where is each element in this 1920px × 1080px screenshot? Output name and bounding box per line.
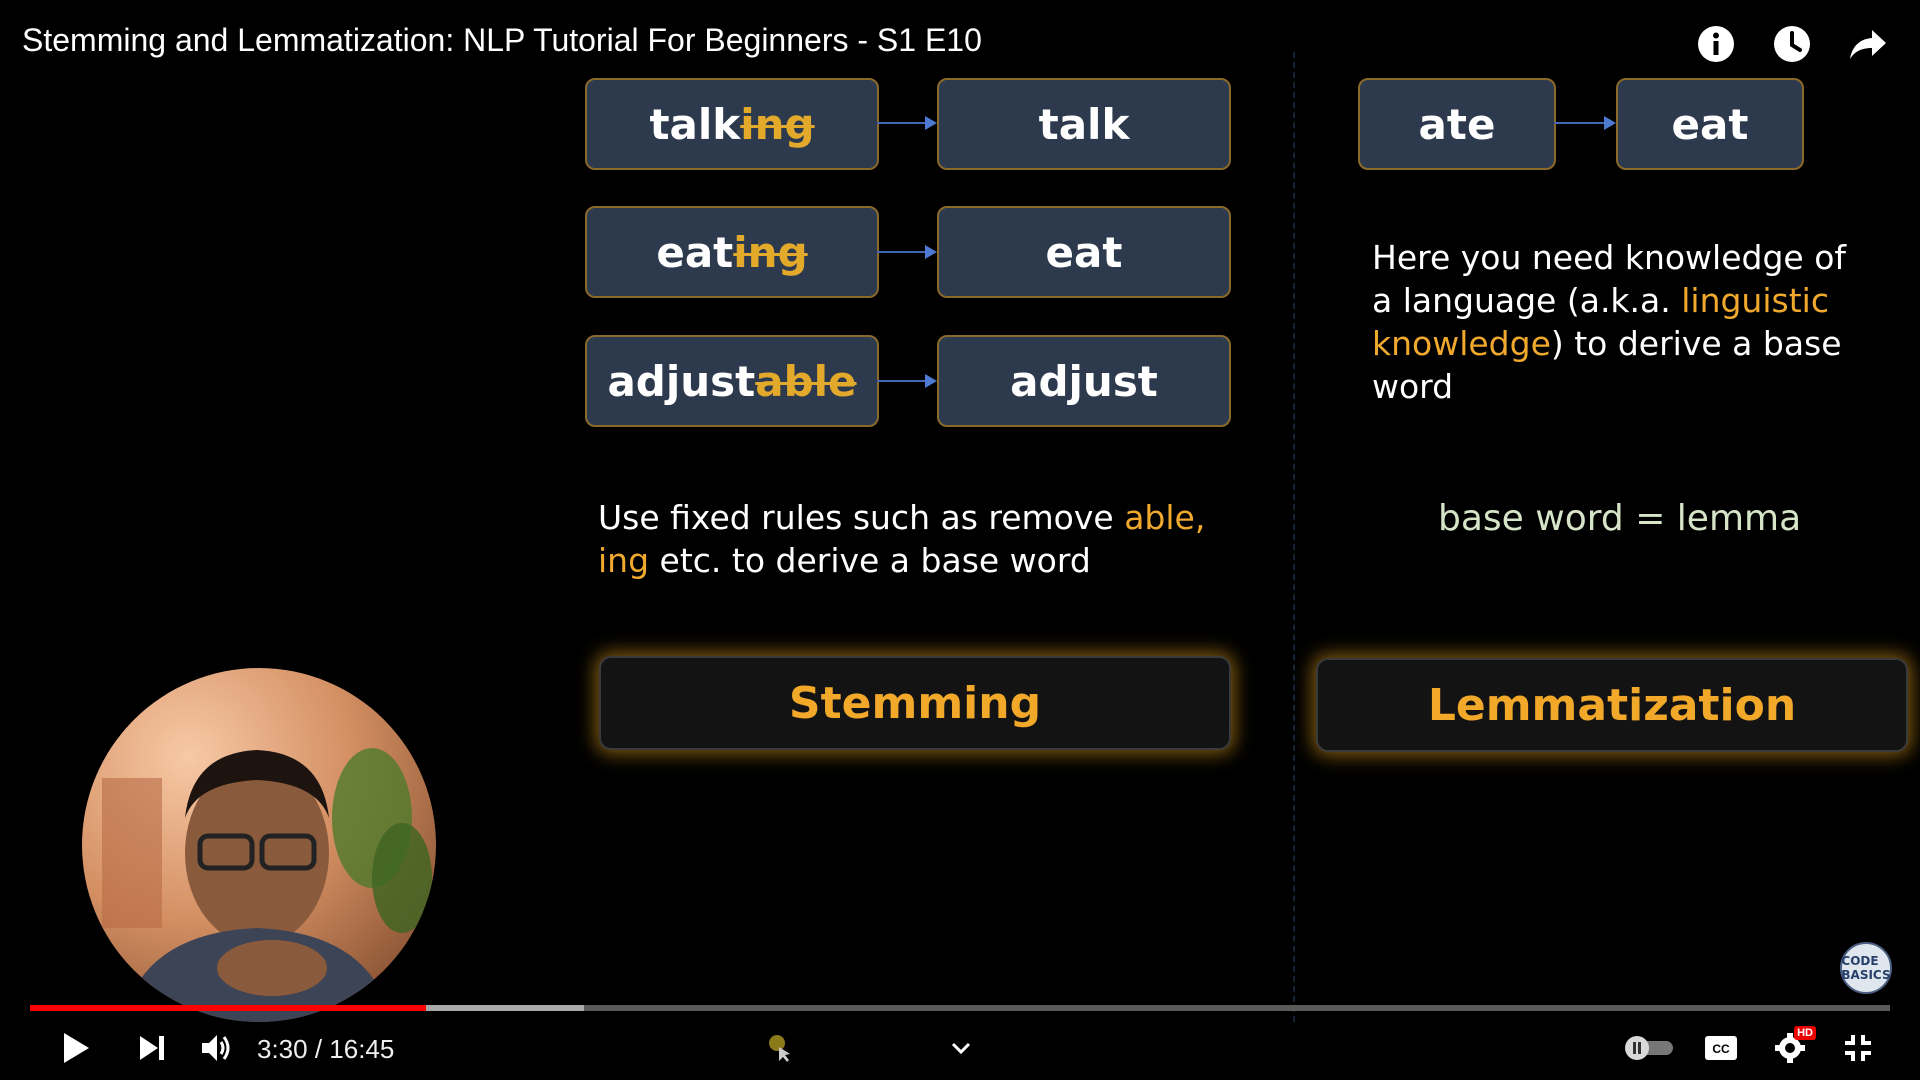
stemming-input-talking: talk ing: [585, 78, 879, 170]
desc-text: Use fixed rules such as remove: [598, 498, 1125, 537]
word-stem: adjust: [607, 356, 756, 406]
top-action-bar: [1694, 22, 1890, 66]
watch-later-clock-icon[interactable]: [1770, 22, 1814, 66]
share-arrow-icon[interactable]: [1846, 22, 1890, 66]
video-title[interactable]: Stemming and Lemmatization: NLP Tutorial…: [22, 22, 982, 59]
word-suffix: ing: [740, 99, 815, 149]
presenter-webcam: [82, 668, 436, 1022]
arrow-icon: [877, 245, 937, 259]
time-display: 3:30 / 16:45: [257, 1034, 395, 1064]
stemming-output-adjust: adjust: [937, 335, 1231, 427]
stemming-input-adjustable: adjust able: [585, 335, 879, 427]
volume-icon[interactable]: [198, 1028, 234, 1068]
info-icon[interactable]: [1694, 22, 1738, 66]
desc-text: etc. to derive a base word: [649, 541, 1091, 580]
lemmatization-label: Lemmatization: [1316, 658, 1908, 752]
stemming-description: Use fixed rules such as remove able, ing…: [598, 496, 1258, 582]
arrow-icon: [877, 116, 937, 130]
progress-played: [30, 1005, 426, 1011]
settings-gear-icon[interactable]: HD: [1770, 1026, 1816, 1068]
word-suffix: ing: [733, 227, 808, 277]
exit-fullscreen-icon[interactable]: [1840, 1028, 1876, 1068]
lemma-output-eat: eat: [1616, 78, 1804, 170]
arrow-icon: [877, 374, 937, 388]
lemma-equation: base word = lemma: [1438, 498, 1802, 539]
captions-icon[interactable]: CC: [1703, 1028, 1739, 1068]
lemma-input-ate: ate: [1358, 78, 1556, 170]
slide-divider: [1293, 52, 1295, 1022]
hd-badge: HD: [1794, 1026, 1816, 1040]
word-stem: eat: [656, 227, 734, 277]
word-stem: talk: [649, 99, 741, 149]
stemming-input-eating: eat ing: [585, 206, 879, 298]
autoplay-toggle[interactable]: [1622, 1028, 1678, 1068]
stemming-label: Stemming: [599, 656, 1231, 750]
progress-bar[interactable]: [30, 1005, 1890, 1011]
stemming-output-talk: talk: [937, 78, 1231, 170]
chevron-down-icon[interactable]: [946, 1028, 976, 1068]
cursor-icon: [765, 1028, 795, 1068]
player-controls: 3:30 / 16:45 CC HD: [0, 1022, 1920, 1072]
svg-text:CC: CC: [1712, 1042, 1730, 1056]
channel-logo-icon[interactable]: CODE BASICS: [1840, 942, 1892, 994]
word-suffix: able: [755, 356, 857, 406]
arrow-icon: [1554, 116, 1616, 130]
lemmatization-description: Here you need knowledge of a language (a…: [1372, 236, 1872, 408]
stemming-output-eat: eat: [937, 206, 1231, 298]
play-icon[interactable]: [56, 1028, 96, 1068]
next-icon[interactable]: [134, 1028, 170, 1068]
